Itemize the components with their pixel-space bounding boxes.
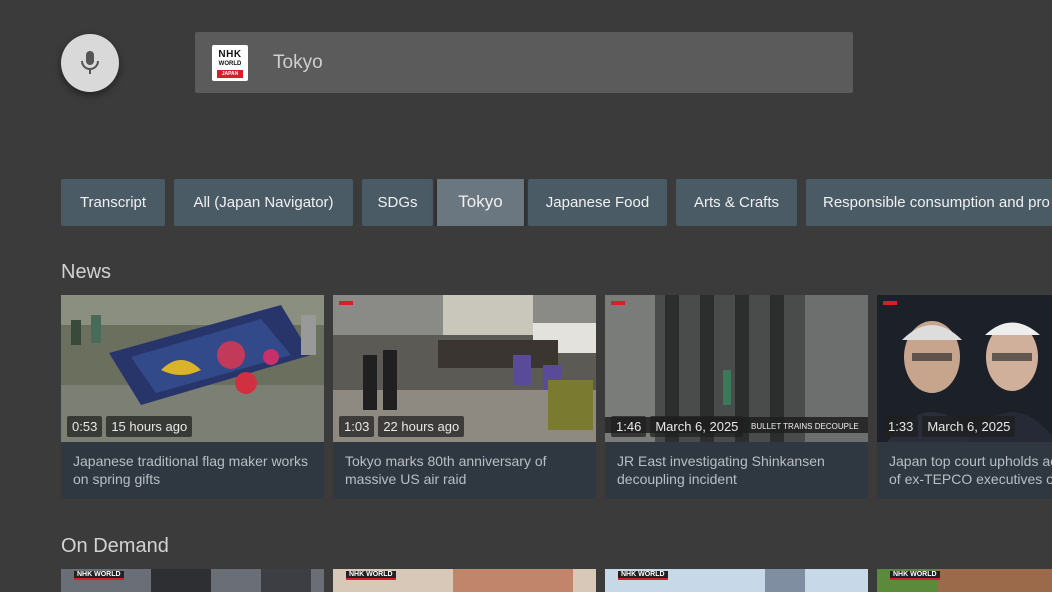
duration-badge: 1:46 <box>611 416 647 437</box>
news-title: JR East investigating Shinkansen decoupl… <box>605 442 868 488</box>
search-query[interactable]: Tokyo <box>273 52 323 74</box>
on-demand-logo: NHK WORLD <box>890 571 940 580</box>
news-title-line: JR East investigating Shinkansen <box>617 453 825 469</box>
news-title-line: on spring gifts <box>73 471 161 487</box>
nhk-world-logo: NHK WORLD JAPAN <box>212 44 248 81</box>
on-demand-section-title: On Demand <box>61 535 169 557</box>
news-title-line: decoupling incident <box>617 471 737 487</box>
news-title: Japan top court upholds ac of ex-TEPCO e… <box>877 442 1052 488</box>
chip-transcript[interactable]: Transcript <box>61 179 165 226</box>
age-badge: 22 hours ago <box>378 416 465 437</box>
on-demand-row: NHK WORLD NHK WORLD NHK WORLD NHK WORLD <box>61 569 1052 592</box>
news-title-line: Tokyo marks 80th anniversary of <box>345 453 547 469</box>
microphone-icon <box>81 51 99 74</box>
on-demand-card[interactable]: NHK WORLD <box>333 569 596 592</box>
news-thumbnail: 1:03 22 hours ago <box>333 295 596 442</box>
video-caption: BULLET TRAINS DECOUPLE <box>751 422 859 431</box>
age-badge: March 6, 2025 <box>650 416 744 437</box>
duration-badge: 1:03 <box>339 416 375 437</box>
on-demand-card[interactable]: NHK WORLD <box>605 569 868 592</box>
chip-japanese-food[interactable]: Japanese Food <box>528 179 667 226</box>
news-title-line: Japan top court upholds ac <box>889 453 1052 469</box>
news-title-line: of ex-TEPCO executives on <box>889 471 1052 487</box>
on-demand-logo: NHK WORLD <box>74 571 124 580</box>
age-badge: 15 hours ago <box>106 416 193 437</box>
news-card[interactable]: 0:53 15 hours ago Japanese traditional f… <box>61 295 324 499</box>
chip-arts-crafts[interactable]: Arts & Crafts <box>676 179 797 226</box>
on-demand-logo: NHK WORLD <box>346 571 396 580</box>
logo-nhk-text: NHK <box>218 48 242 60</box>
news-row: 0:53 15 hours ago Japanese traditional f… <box>61 295 1052 499</box>
news-title-line: massive US air raid <box>345 471 467 487</box>
filter-chips: Transcript All (Japan Navigator) SDGs To… <box>61 179 1052 226</box>
logo-world-text: WORLD <box>218 60 242 67</box>
on-demand-card[interactable]: NHK WORLD <box>61 569 324 592</box>
on-demand-logo: NHK WORLD <box>618 571 668 580</box>
news-title: Japanese traditional flag maker works on… <box>61 442 324 488</box>
duration-badge: 1:33 <box>883 416 919 437</box>
news-card[interactable]: 1:33 March 6, 2025 Japan top court uphol… <box>877 295 1052 499</box>
voice-search-button[interactable] <box>61 34 119 92</box>
on-demand-card[interactable]: NHK WORLD <box>877 569 1052 592</box>
news-card[interactable]: 1:03 22 hours ago Tokyo marks 80th anniv… <box>333 295 596 499</box>
chip-sdgs[interactable]: SDGs <box>362 179 433 226</box>
news-thumbnail: BULLET TRAINS DECOUPLE 1:46 March 6, 202… <box>605 295 868 442</box>
duration-badge: 0:53 <box>67 416 103 437</box>
news-title: Tokyo marks 80th anniversary of massive … <box>333 442 596 488</box>
age-badge: March 6, 2025 <box>922 416 1016 437</box>
news-section-title: News <box>61 261 112 283</box>
chip-responsible-consumption[interactable]: Responsible consumption and pro <box>806 179 1052 226</box>
news-thumbnail: 0:53 15 hours ago <box>61 295 324 442</box>
news-card[interactable]: BULLET TRAINS DECOUPLE 1:46 March 6, 202… <box>605 295 868 499</box>
logo-japan-text: JAPAN <box>217 69 243 78</box>
chip-all-japan-navigator[interactable]: All (Japan Navigator) <box>174 179 353 226</box>
news-thumbnail: 1:33 March 6, 2025 <box>877 295 1052 442</box>
chip-tokyo[interactable]: Tokyo <box>437 179 524 226</box>
news-title-line: Japanese traditional flag maker works <box>73 453 309 469</box>
search-bar[interactable]: NHK WORLD JAPAN Tokyo <box>195 32 853 93</box>
